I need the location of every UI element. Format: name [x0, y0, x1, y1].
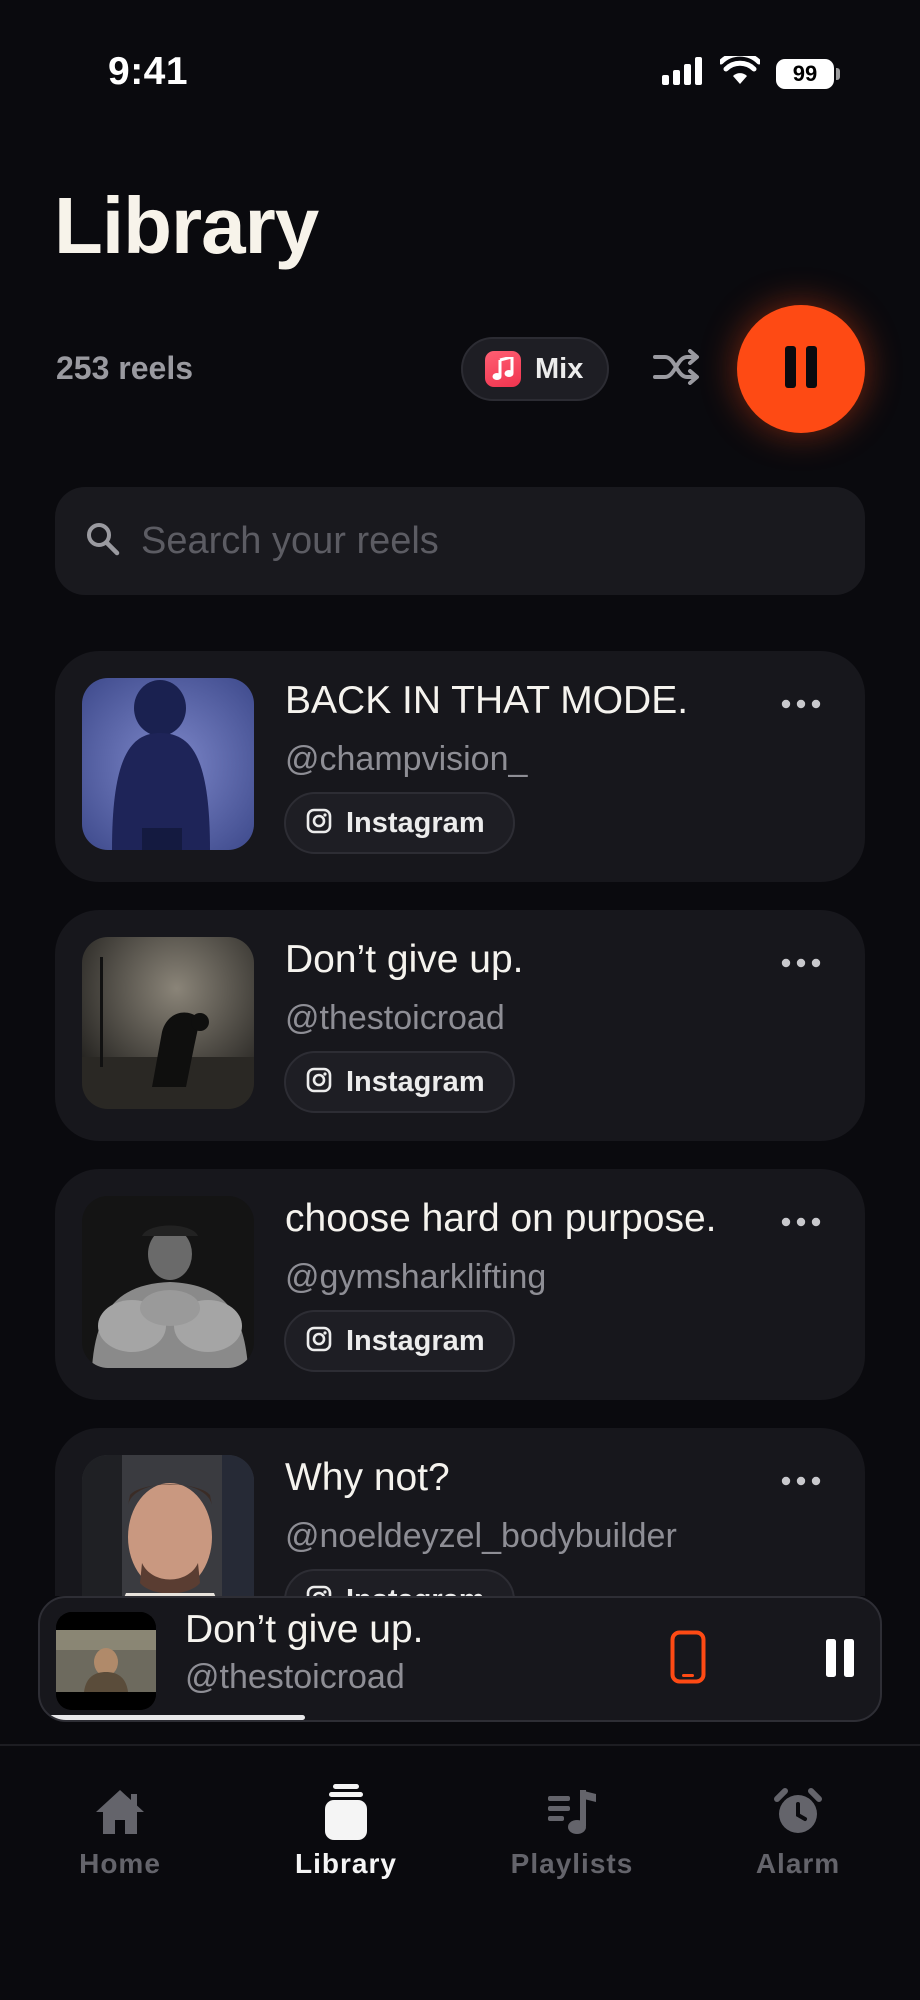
tab-library[interactable]: Library [246, 1784, 446, 1880]
tab-home[interactable]: Home [20, 1784, 220, 1880]
tab-alarm[interactable]: Alarm [698, 1784, 898, 1880]
mini-pause-button[interactable] [816, 1636, 864, 1684]
ellipsis-icon [781, 696, 821, 714]
instagram-icon [306, 808, 332, 839]
library-icon [323, 1784, 369, 1840]
reel-card[interactable]: Don’t give up. @thestoicroad Instagram [55, 910, 865, 1141]
source-badge-instagram[interactable]: Instagram [284, 792, 515, 854]
reel-title: BACK IN THAT MODE. [285, 679, 689, 722]
phone-icon [670, 1630, 706, 1689]
tab-label: Library [295, 1848, 397, 1879]
reel-title: choose hard on purpose. [285, 1197, 717, 1240]
instagram-icon [306, 1067, 332, 1098]
reel-thumbnail [82, 678, 254, 850]
reel-card[interactable]: BACK IN THAT MODE. @champvision_ Instagr… [55, 651, 865, 882]
ellipsis-icon [781, 1214, 821, 1232]
source-label: Instagram [346, 1065, 485, 1098]
device-output-button[interactable] [662, 1628, 714, 1690]
more-options-button[interactable] [771, 1203, 831, 1243]
tab-label: Playlists [510, 1848, 634, 1879]
now-playing-bar[interactable]: Don’t give up. @thestoicroad [38, 1596, 882, 1722]
source-badge-instagram[interactable]: Instagram [284, 1310, 515, 1372]
tab-playlists[interactable]: Playlists [472, 1784, 672, 1880]
tab-bar: Home Library Playlists Alarm [0, 1744, 920, 2000]
playback-progress-bar[interactable] [48, 1715, 876, 1720]
reel-thumbnail [82, 1196, 254, 1368]
instagram-icon [306, 1585, 332, 1596]
reel-card[interactable]: choose hard on purpose. @gymsharklifting… [55, 1169, 865, 1400]
reel-thumbnail [82, 937, 254, 1109]
now-playing-thumbnail [56, 1612, 156, 1710]
reel-list: BACK IN THAT MODE. @champvision_ Instagr… [0, 0, 920, 1596]
playback-progress-fill [48, 1715, 305, 1720]
reel-card[interactable]: Why not? @noeldeyzel_bodybuilder Instagr… [55, 1428, 865, 1596]
more-options-button[interactable] [771, 685, 831, 725]
now-playing-handle: @thestoicroad [185, 1658, 405, 1696]
alarm-icon [773, 1784, 823, 1840]
now-playing-title: Don’t give up. [185, 1608, 424, 1651]
source-badge-instagram[interactable]: Instagram [284, 1051, 515, 1113]
reel-handle: @gymsharklifting [285, 1258, 547, 1296]
reel-title: Why not? [285, 1456, 450, 1499]
more-options-button[interactable] [771, 944, 831, 984]
reel-handle: @champvision_ [285, 740, 528, 778]
source-badge-instagram[interactable]: Instagram [284, 1569, 515, 1596]
source-label: Instagram [346, 806, 485, 839]
instagram-icon [306, 1326, 332, 1357]
pause-icon [825, 1638, 855, 1682]
source-label: Instagram [346, 1324, 485, 1357]
more-options-button[interactable] [771, 1462, 831, 1502]
source-label: Instagram [346, 1584, 485, 1597]
playlists-icon [546, 1784, 598, 1840]
reel-thumbnail [82, 1455, 254, 1596]
reel-title: Don’t give up. [285, 938, 524, 981]
ellipsis-icon [781, 1473, 821, 1491]
tab-label: Home [79, 1848, 161, 1879]
tab-label: Alarm [755, 1848, 841, 1879]
home-icon [94, 1784, 146, 1840]
reel-handle: @thestoicroad [285, 999, 505, 1037]
reel-handle: @noeldeyzel_bodybuilder [285, 1517, 677, 1555]
ellipsis-icon [781, 955, 821, 973]
